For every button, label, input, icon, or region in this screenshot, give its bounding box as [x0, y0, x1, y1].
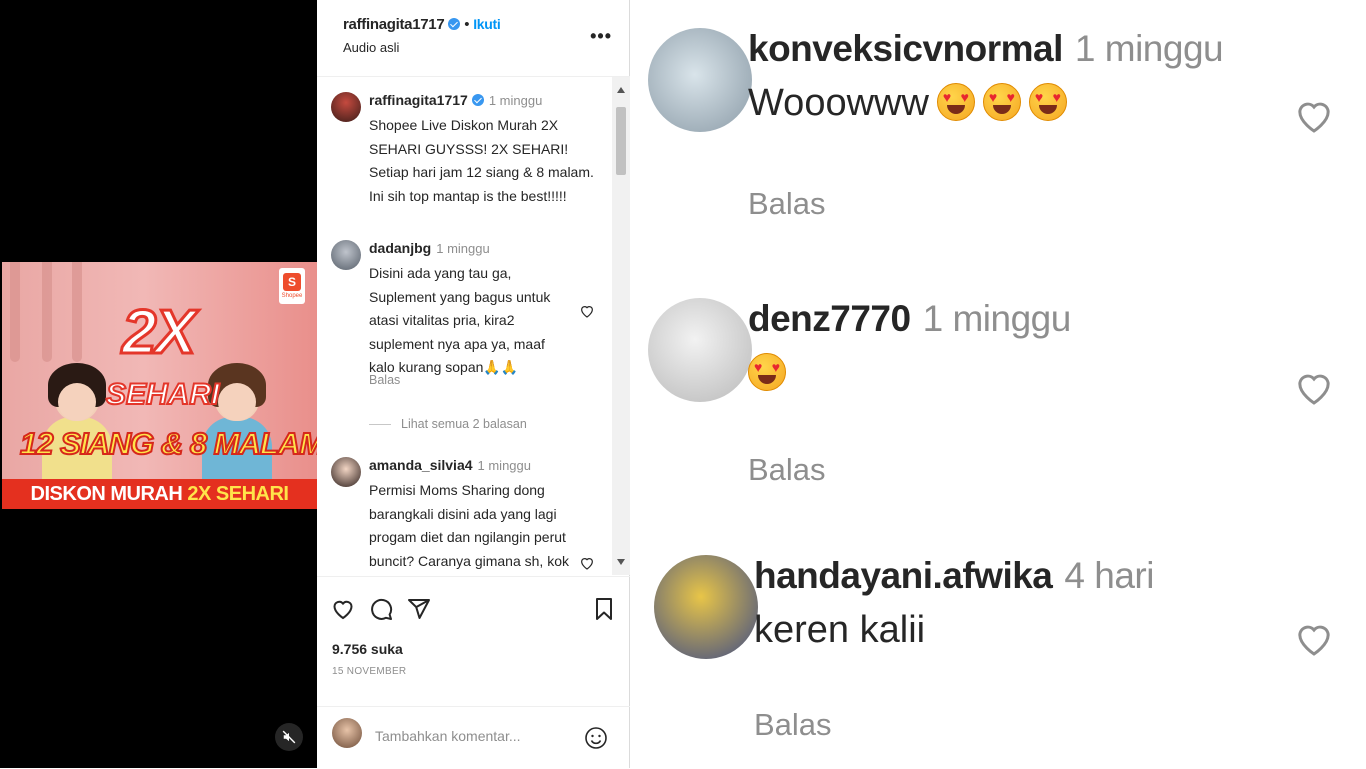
caption-username[interactable]: raffinagita1717 — [369, 92, 468, 108]
list-item: handayani.afwika 4 hari keren kalii Balas — [654, 555, 1354, 755]
mute-button[interactable] — [275, 723, 303, 751]
like-comment-heart-icon[interactable] — [1294, 619, 1334, 659]
reply-button[interactable]: Balas — [369, 373, 400, 387]
caption-time: 1 minggu — [488, 93, 543, 108]
promo-times: 12 SIANG & 8 MALAM — [19, 426, 317, 461]
avatar[interactable] — [648, 28, 752, 132]
scrollbar-thumb[interactable] — [616, 107, 626, 175]
like-comment-heart-icon[interactable] — [579, 303, 595, 319]
list-item: denz7770 1 minggu Balas — [648, 298, 1348, 498]
current-user-avatar — [332, 718, 362, 748]
avatar[interactable] — [648, 298, 752, 402]
caption: raffinagita1717 1 minggu Shopee Live Disk… — [331, 92, 601, 207]
follow-button[interactable]: Ikuti — [473, 16, 501, 32]
post-header: raffinagita1717 • Ikuti Audio asli ••• — [317, 0, 630, 77]
heart-eyes-emoji-icon — [936, 83, 975, 121]
more-options-icon[interactable]: ••• — [590, 26, 612, 47]
promo-headline: 2X — [121, 298, 198, 367]
muted-speaker-icon — [282, 730, 296, 744]
avatar[interactable] — [331, 92, 361, 122]
comment-time: 4 hari — [1064, 555, 1154, 596]
save-bookmark-icon[interactable] — [593, 597, 615, 621]
comment-time: 1 minggu — [436, 241, 490, 256]
promo-banner: DISKON MURAH 2X SEHARI — [2, 479, 317, 509]
post-date: 15 NOVEMBER — [332, 666, 407, 677]
heart-eyes-emoji-icon — [982, 83, 1021, 121]
comment-username[interactable]: handayani.afwika — [754, 555, 1053, 596]
view-replies-button[interactable]: Lihat semua 2 balasan — [369, 417, 527, 431]
post-panel: raffinagita1717 • Ikuti Audio asli ••• ra… — [317, 0, 630, 768]
likes-count[interactable]: 9.756 suka — [332, 641, 403, 657]
share-send-icon[interactable] — [407, 597, 431, 621]
emoji-picker-icon[interactable] — [584, 726, 608, 750]
like-comment-heart-icon[interactable] — [1294, 96, 1334, 136]
author-username[interactable]: raffinagita1717 — [343, 16, 445, 33]
comment-time: 1 minggu — [477, 458, 531, 473]
comment-input[interactable] — [373, 727, 577, 745]
background-curtain — [42, 262, 52, 362]
comment-time: 1 minggu — [922, 298, 1072, 339]
comment-text: keren kalii — [754, 609, 926, 651]
heart-eyes-emoji-icon — [1028, 83, 1067, 121]
reply-button[interactable]: Balas — [748, 452, 826, 488]
avatar[interactable] — [654, 555, 758, 659]
like-comment-heart-icon[interactable] — [579, 555, 595, 571]
video-player[interactable]: S Shopee 2X SEHARI 12 SIANG & 8 MALAM DI… — [0, 0, 317, 768]
scroll-down-arrow-icon[interactable] — [617, 559, 625, 565]
avatar[interactable] — [331, 240, 361, 270]
comments-list: raffinagita1717 1 minggu Shopee Live Disk… — [317, 77, 612, 575]
comment-text: Disini ada yang tau ga, Suplement yang b… — [369, 265, 551, 375]
shopee-logo: S Shopee — [279, 268, 305, 304]
zoomed-comments: konveksicvnormal 1 minggu Wooowww Balas d… — [630, 0, 1366, 768]
list-item: amanda_silvia4 1 minggu Permisi Moms Shar… — [331, 457, 601, 575]
post-author: raffinagita1717 • Ikuti — [343, 16, 501, 33]
comment-text: Wooowww — [748, 82, 929, 124]
list-item: dadanjbg 1 minggu Disini ada yang tau ga,… — [331, 240, 601, 420]
verified-badge-icon — [448, 18, 461, 30]
verified-badge-icon — [471, 94, 484, 106]
like-comment-heart-icon[interactable] — [1294, 368, 1334, 408]
audio-label[interactable]: Audio asli — [343, 40, 399, 55]
like-heart-icon[interactable] — [331, 597, 355, 621]
post-actions: 9.756 suka 15 NOVEMBER — [317, 576, 630, 697]
comment-bubble-icon[interactable] — [369, 597, 393, 621]
heart-eyes-emoji-icon — [748, 353, 786, 391]
comment-username[interactable]: denz7770 — [748, 298, 911, 339]
comment-username[interactable]: dadanjbg — [369, 240, 431, 256]
comments-scrollbar[interactable] — [612, 77, 630, 575]
background-curtain — [10, 262, 20, 362]
scroll-up-arrow-icon[interactable] — [617, 87, 625, 93]
add-comment-bar — [317, 706, 630, 769]
comment-text: Permisi Moms Sharing dong barangkali dis… — [369, 482, 569, 569]
video-thumbnail: S Shopee 2X SEHARI 12 SIANG & 8 MALAM DI… — [2, 262, 317, 509]
comment-username[interactable]: konveksicvnormal — [748, 28, 1063, 69]
reply-button[interactable]: Balas — [748, 186, 826, 222]
comment-time: 1 minggu — [1074, 28, 1224, 69]
comment-username[interactable]: amanda_silvia4 — [369, 457, 473, 473]
reply-button[interactable]: Balas — [754, 707, 832, 743]
caption-text: Shopee Live Diskon Murah 2X SEHARI GUYSS… — [369, 117, 594, 204]
list-item: konveksicvnormal 1 minggu Wooowww Balas — [648, 28, 1348, 228]
avatar[interactable] — [331, 457, 361, 487]
background-curtain — [72, 262, 82, 362]
promo-subheadline: SEHARI — [105, 378, 220, 411]
